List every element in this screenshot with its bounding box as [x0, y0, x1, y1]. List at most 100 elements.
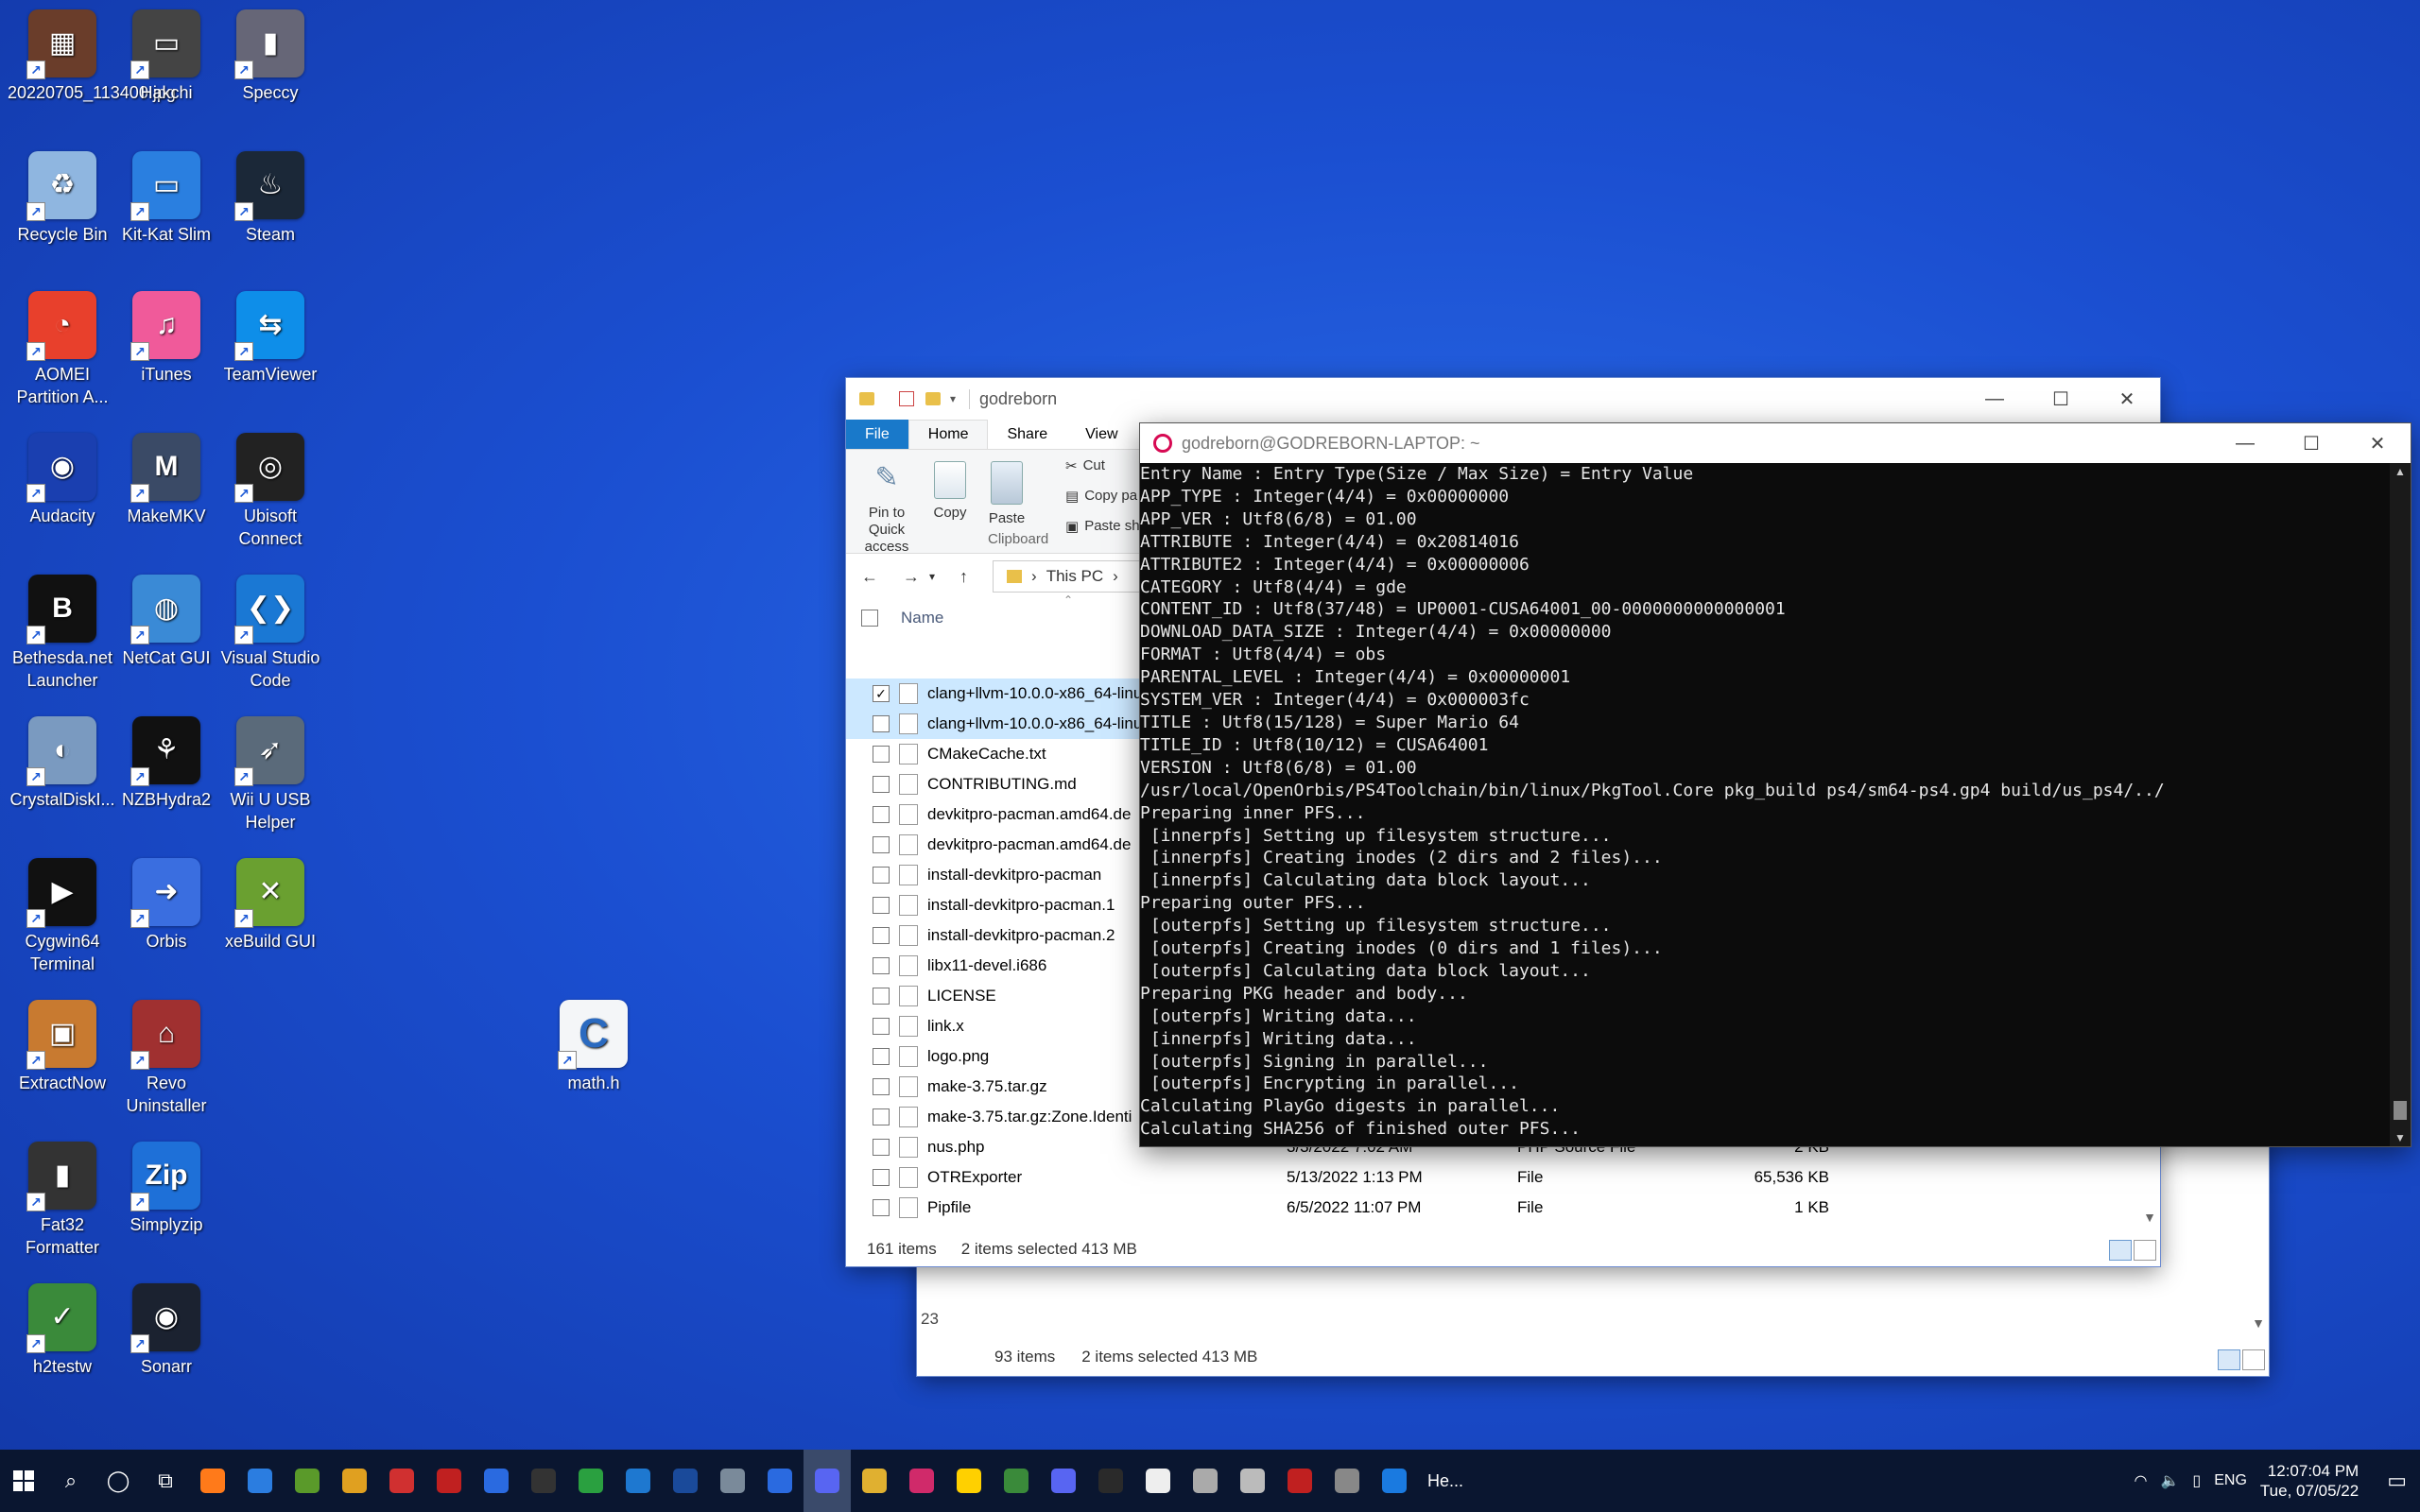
view-large-icon[interactable] [2242, 1349, 2265, 1370]
taskbar-app-button[interactable] [898, 1450, 945, 1512]
taskbar-app-button[interactable] [756, 1450, 804, 1512]
desktop-icon[interactable]: ✓ ↗ h2testw [8, 1283, 117, 1378]
desktop-icon[interactable]: ▦ ↗ 20220705_113400.jpg [8, 9, 176, 104]
taskbar-app-button[interactable] [614, 1450, 662, 1512]
desktop-icon[interactable]: ⇆ ↗ TeamViewer [216, 291, 325, 386]
scrollbar-thumb[interactable] [2394, 1101, 2407, 1120]
view-details-icon[interactable] [2218, 1349, 2240, 1370]
file-checkbox[interactable] [873, 897, 890, 914]
terminal-titlebar[interactable]: godreborn@GODREBORN-LAPTOP: ~ — ☐ ✕ [1140, 423, 2411, 463]
taskbar-app-button[interactable] [804, 1450, 851, 1512]
file-checkbox[interactable] [873, 1108, 890, 1125]
tab-view[interactable]: View [1066, 420, 1136, 449]
desktop-icon[interactable]: ◉ ↗ Audacity [8, 433, 117, 527]
file-checkbox[interactable] [873, 957, 890, 974]
desktop-icon[interactable]: ▭ ↗ Kit-Kat Slim [112, 151, 221, 246]
desktop-icon[interactable]: ▮ ↗ Speccy [216, 9, 325, 104]
pin-quick-access-button[interactable]: ✎ Pin to Quick access [854, 461, 920, 556]
back-arrow-icon[interactable]: ← [861, 567, 878, 587]
cortana-button[interactable]: ◯ [95, 1450, 142, 1512]
network-icon[interactable]: ◠ [2135, 1471, 2148, 1490]
taskbar-app-button[interactable] [1276, 1450, 1323, 1512]
file-checkbox[interactable] [873, 1018, 890, 1035]
view-large-icon[interactable] [2134, 1240, 2156, 1261]
desktop-icon[interactable]: ◔ ↗ AOMEI Partition A... [8, 291, 117, 408]
recent-locations-icon[interactable]: ▾ [929, 570, 935, 583]
desktop-icon[interactable]: ◐ ↗ CrystalDiskI... [8, 716, 117, 811]
file-checkbox[interactable] [873, 715, 890, 732]
desktop-icon[interactable]: ▮ ↗ Fat32 Formatter [8, 1142, 117, 1259]
taskbar-app-button[interactable] [1371, 1450, 1418, 1512]
file-checkbox[interactable] [873, 927, 890, 944]
desktop-icon[interactable]: Zip ↗ Simplyzip [112, 1142, 221, 1236]
desktop-icon[interactable]: ▭ ↗ Hakchi [112, 9, 221, 104]
taskbar-app-button[interactable] [945, 1450, 993, 1512]
desktop-icon[interactable]: ✕ ↗ xeBuild GUI [216, 858, 325, 953]
desktop-icon[interactable]: ◉ ↗ Sonarr [112, 1283, 221, 1378]
minimize-button[interactable]: — [1962, 378, 2028, 420]
paste-shortcut-button[interactable]: ▣ Paste sh [1065, 518, 1140, 535]
volume-icon[interactable]: 🔈 [2161, 1471, 2180, 1490]
taskbar-app-button[interactable] [851, 1450, 898, 1512]
taskbar-app-button[interactable] [1087, 1450, 1134, 1512]
desktop-icon[interactable]: ♫ ↗ iTunes [112, 291, 221, 386]
file-checkbox[interactable] [873, 1199, 890, 1216]
desktop-icon[interactable]: ▶ ↗ Cygwin64 Terminal [8, 858, 117, 975]
taskbar-app-button[interactable] [425, 1450, 473, 1512]
taskbar-app-button[interactable] [1182, 1450, 1229, 1512]
scroll-down-arrow[interactable]: ▼ [2252, 1315, 2265, 1331]
scroll-up-arrow[interactable]: ▲ [2394, 465, 2406, 478]
file-checkbox[interactable] [873, 867, 890, 884]
quick-access-dropdown-icon[interactable]: ▾ [950, 392, 956, 405]
start-button[interactable] [0, 1450, 47, 1512]
file-checkbox[interactable] [873, 746, 890, 763]
desktop-icon[interactable]: ♨ ↗ Steam [216, 151, 325, 246]
maximize-button[interactable]: ☐ [2028, 378, 2094, 420]
battery-icon[interactable]: ▯ [2192, 1471, 2201, 1490]
taskbar-app-button[interactable] [993, 1450, 1040, 1512]
taskbar-app-button[interactable] [1040, 1450, 1087, 1512]
file-checkbox[interactable]: ✓ [873, 685, 890, 702]
explorer-titlebar[interactable]: ▾ godreborn — ☐ ✕ [846, 378, 2160, 420]
taskbar-app-button[interactable] [1134, 1450, 1182, 1512]
forward-arrow-icon[interactable]: → [903, 567, 920, 587]
close-button[interactable]: ✕ [2344, 423, 2411, 463]
terminal-window[interactable]: godreborn@GODREBORN-LAPTOP: ~ — ☐ ✕ Entr… [1140, 423, 2411, 1146]
cut-button[interactable]: ✂ Cut [1065, 457, 1105, 474]
taskbar-app-button[interactable] [473, 1450, 520, 1512]
copy-button[interactable]: Copy [920, 461, 980, 521]
search-button[interactable]: ⌕ [47, 1450, 95, 1512]
taskbar-app-button[interactable] [709, 1450, 756, 1512]
desktop-icon[interactable]: ▣ ↗ ExtractNow [8, 1000, 117, 1094]
desktop-icon[interactable]: M ↗ MakeMKV [112, 433, 221, 527]
taskbar-app-button[interactable] [189, 1450, 236, 1512]
clock[interactable]: 12:07:04 PM Tue, 07/05/22 [2260, 1461, 2359, 1501]
desktop-icon[interactable]: ⚘ ↗ NZBHydra2 [112, 716, 221, 811]
desktop-icon[interactable]: ♻ ↗ Recycle Bin [8, 151, 117, 246]
desktop-icon[interactable]: C ↗ math.h [539, 1000, 648, 1094]
desktop-icon[interactable]: ◎ ↗ Ubisoft Connect [216, 433, 325, 550]
file-checkbox[interactable] [873, 1078, 890, 1095]
scroll-down-arrow[interactable]: ▼ [2143, 1210, 2156, 1225]
desktop-icon[interactable]: ⌂ ↗ Revo Uninstaller [112, 1000, 221, 1117]
desktop-icon[interactable]: ➜ ↗ Orbis [112, 858, 221, 953]
taskbar-app-button[interactable] [1323, 1450, 1371, 1512]
file-checkbox[interactable] [873, 1139, 890, 1156]
file-checkbox[interactable] [873, 806, 890, 823]
taskbar-app-button[interactable] [284, 1450, 331, 1512]
copy-path-button[interactable]: ▤ Copy pa [1065, 488, 1137, 505]
view-details-icon[interactable] [2109, 1240, 2132, 1261]
language-indicator[interactable]: ENG [2214, 1472, 2247, 1489]
terminal-output[interactable]: Entry Name : Entry Type(Size / Max Size)… [1140, 463, 2388, 1146]
paste-button[interactable]: Paste [977, 461, 1037, 526]
file-checkbox[interactable] [873, 988, 890, 1005]
breadcrumb-this-pc[interactable]: This PC [1046, 567, 1103, 586]
file-checkbox[interactable] [873, 1169, 890, 1186]
column-name[interactable]: Name [901, 609, 943, 627]
file-checkbox[interactable] [873, 836, 890, 853]
file-row[interactable]: Pipfile 6/5/2022 11:07 PM File 1 KB [846, 1193, 2132, 1223]
desktop-icon[interactable]: B ↗ Bethesda.net Launcher [8, 575, 117, 692]
desktop-icon[interactable]: ➶ ↗ Wii U USB Helper [216, 716, 325, 833]
taskbar-app-button[interactable] [331, 1450, 378, 1512]
close-button[interactable]: ✕ [2094, 378, 2160, 420]
